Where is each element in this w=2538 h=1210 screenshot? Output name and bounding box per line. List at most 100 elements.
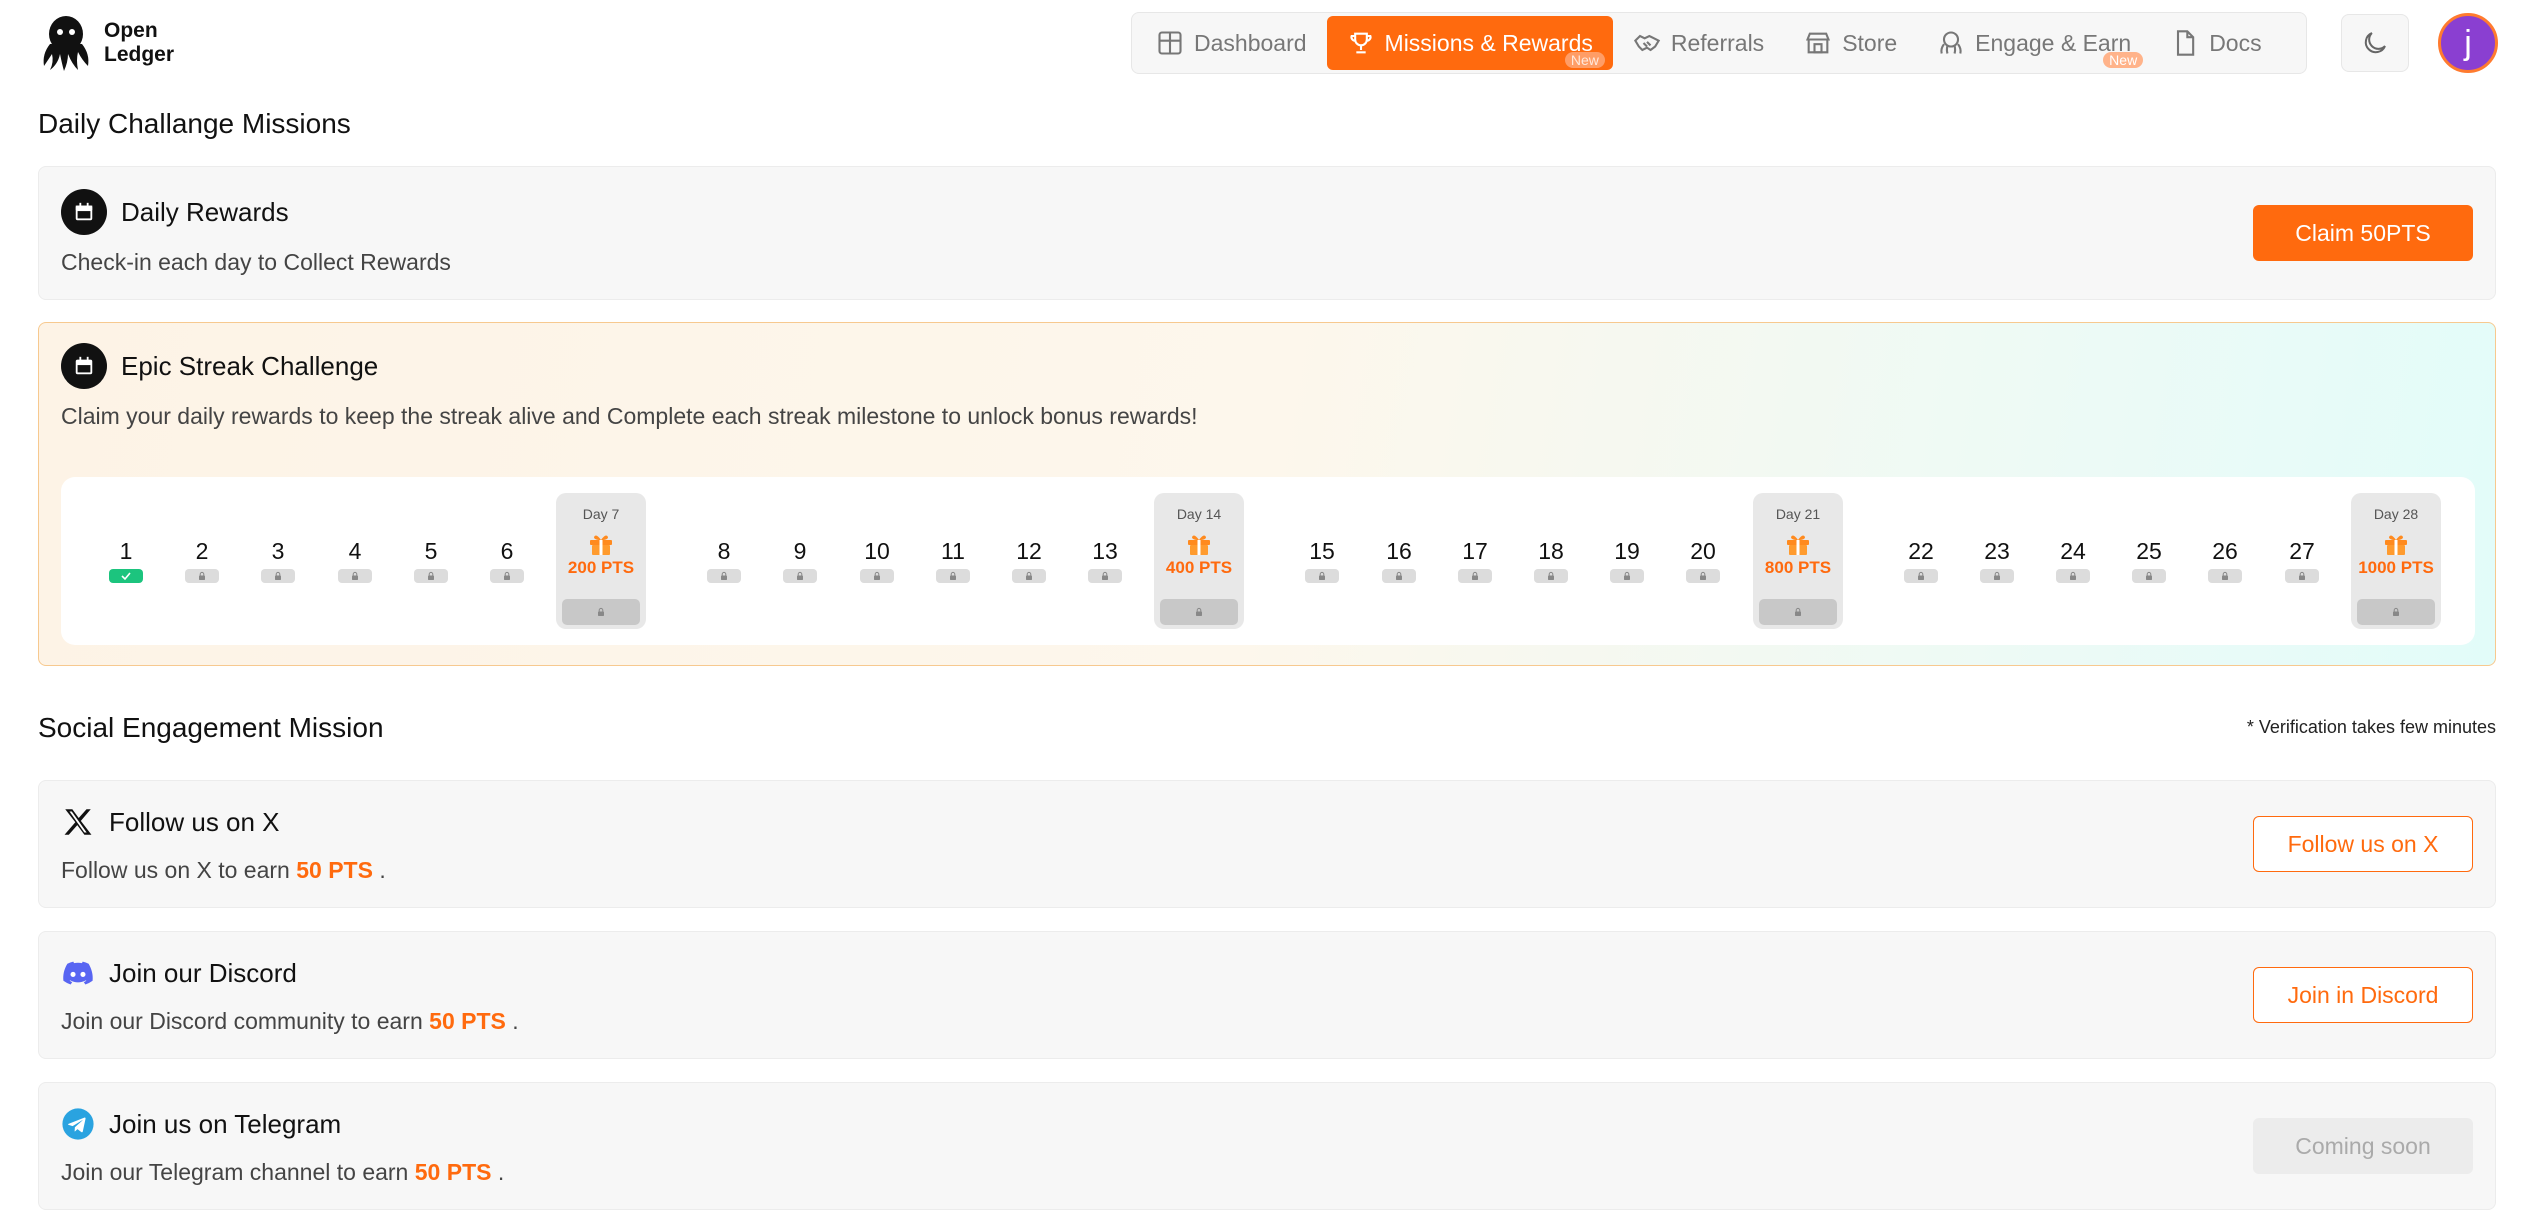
nav-dashboard[interactable]: Dashboard — [1136, 16, 1327, 70]
lock-icon — [2056, 569, 2090, 583]
lock-icon — [1610, 569, 1644, 583]
nav-missions-rewards-label: Missions & Rewards — [1384, 29, 1593, 56]
streak-day-number: 19 — [1614, 538, 1640, 564]
streak-day-number: 13 — [1092, 538, 1118, 564]
milestone-label: Day 21 — [1775, 506, 1821, 522]
streak-milestone[interactable]: Day 28 1000 PTS — [2351, 493, 2441, 629]
main-nav: Dashboard Missions & Rewards New Referra… — [1131, 12, 2307, 74]
streak-day-number: 9 — [793, 538, 807, 564]
streak-card: Epic Streak Challenge Claim your daily r… — [38, 322, 2496, 666]
streak-day-number: 3 — [271, 538, 285, 564]
new-badge: New — [1564, 52, 1605, 68]
streak-day: 1 — [101, 537, 151, 583]
streak-milestone[interactable]: Day 14 400 PTS — [1154, 493, 1244, 629]
milestone-label: Day 7 — [582, 506, 620, 522]
streak-day-number: 26 — [2212, 538, 2238, 564]
streak-day: 24 — [2048, 537, 2098, 583]
discord-icon — [63, 961, 93, 985]
store-icon — [1806, 32, 1831, 54]
milestone-label: Day 14 — [1176, 506, 1222, 522]
nav-docs[interactable]: Docs — [2151, 16, 2281, 70]
streak-title: Epic Streak Challenge — [121, 350, 379, 381]
lock-icon — [1686, 569, 1720, 583]
lock-icon — [1534, 569, 1568, 583]
octopus-logo-icon — [43, 16, 89, 71]
streak-day: 20 — [1678, 537, 1728, 583]
discord-desc-end: . — [512, 1008, 519, 1034]
nav-missions-rewards[interactable]: Missions & Rewards New — [1326, 16, 1613, 70]
x-logo-icon — [64, 809, 92, 835]
daily-section-title: Daily Challange Missions — [38, 108, 351, 139]
milestone-label: Day 28 — [2373, 506, 2419, 522]
lock-icon — [2285, 569, 2319, 583]
lock-icon — [185, 569, 219, 583]
discord-pts: 50 PTS — [429, 1008, 506, 1034]
milestone-pts: 1000 PTS — [2358, 558, 2434, 577]
streak-day-number: 27 — [2289, 538, 2315, 564]
streak-day-number: 6 — [500, 538, 514, 564]
nav-referrals-label: Referrals — [1670, 29, 1765, 56]
lock-icon — [414, 569, 448, 583]
streak-day: 8 — [699, 537, 749, 583]
avatar[interactable]: j — [2438, 13, 2498, 73]
streak-day-number: 22 — [1908, 538, 1934, 564]
milestone-pts: 800 PTS — [1764, 558, 1832, 577]
logo-line2: Ledger — [104, 43, 175, 66]
theme-toggle-button[interactable] — [2341, 14, 2409, 72]
streak-day-number: 15 — [1309, 538, 1335, 564]
x-mission-desc: Follow us on X to earn 50 PTS . — [61, 857, 386, 884]
telegram-mission-title: Join us on Telegram — [109, 1108, 342, 1139]
discord-desc-text: Join our Discord community to earn — [61, 1008, 423, 1034]
calendar-icon — [61, 343, 107, 389]
x-title-row: Follow us on X — [61, 805, 280, 839]
streak-day: 12 — [1004, 537, 1054, 583]
streak-day: 6 — [482, 537, 532, 583]
claim-button[interactable]: Claim 50PTS — [2253, 205, 2473, 261]
streak-track: 1 2 3 4 5 6 Day 7 200 PTS 8 9 10 11 12 13 Day 14 400 PT… — [61, 477, 2475, 645]
daily-rewards-card: Daily Rewards Check-in each day to Colle… — [38, 166, 2496, 300]
streak-day-number: 10 — [864, 538, 890, 564]
document-icon — [2177, 30, 2195, 56]
streak-milestone[interactable]: Day 21 800 PTS — [1753, 493, 1843, 629]
streak-day: 22 — [1896, 537, 1946, 583]
header: Open Ledger Dashboard Missions & Rewards… — [0, 0, 2538, 88]
avatar-letter: j — [2464, 23, 2472, 62]
x-pts: 50 PTS — [296, 857, 373, 883]
streak-day: 16 — [1374, 537, 1424, 583]
gift-icon — [588, 532, 614, 556]
daily-rewards-title-row: Daily Rewards — [61, 189, 289, 235]
check-icon — [109, 569, 143, 583]
streak-day: 19 — [1602, 537, 1652, 583]
streak-day: 18 — [1526, 537, 1576, 583]
streak-milestone[interactable]: Day 7 200 PTS — [556, 493, 646, 629]
daily-rewards-desc: Check-in each day to Collect Rewards — [61, 249, 451, 275]
lock-icon — [707, 569, 741, 583]
lock-icon — [2132, 569, 2166, 583]
lock-icon — [490, 569, 524, 583]
lock-icon — [1980, 569, 2014, 583]
streak-day-number: 17 — [1462, 538, 1488, 564]
telegram-icon — [62, 1108, 94, 1140]
streak-day: 26 — [2200, 537, 2250, 583]
telegram-coming-soon-button: Coming soon — [2253, 1118, 2473, 1174]
lock-icon — [261, 569, 295, 583]
streak-day-number: 24 — [2060, 538, 2086, 564]
streak-day: 11 — [928, 537, 978, 583]
lock-icon — [338, 569, 372, 583]
follow-x-button[interactable]: Follow us on X — [2253, 816, 2473, 872]
streak-day-number: 11 — [941, 538, 965, 564]
nav-engage-earn[interactable]: Engage & Earn New — [1917, 16, 2151, 70]
lock-icon — [783, 569, 817, 583]
x-desc-text: Follow us on X to earn — [61, 857, 290, 883]
nav-referrals[interactable]: Referrals — [1613, 16, 1784, 70]
streak-day: 13 — [1080, 537, 1130, 583]
octopus-icon — [1940, 31, 1962, 54]
streak-day: 10 — [852, 537, 902, 583]
lock-icon — [1305, 569, 1339, 583]
nav-store[interactable]: Store — [1784, 16, 1917, 70]
telegram-pts: 50 PTS — [414, 1159, 492, 1185]
logo[interactable]: Open Ledger — [38, 14, 174, 72]
join-discord-button[interactable]: Join in Discord — [2253, 967, 2473, 1023]
streak-day-number: 12 — [1016, 538, 1042, 564]
lock-icon — [1012, 569, 1046, 583]
